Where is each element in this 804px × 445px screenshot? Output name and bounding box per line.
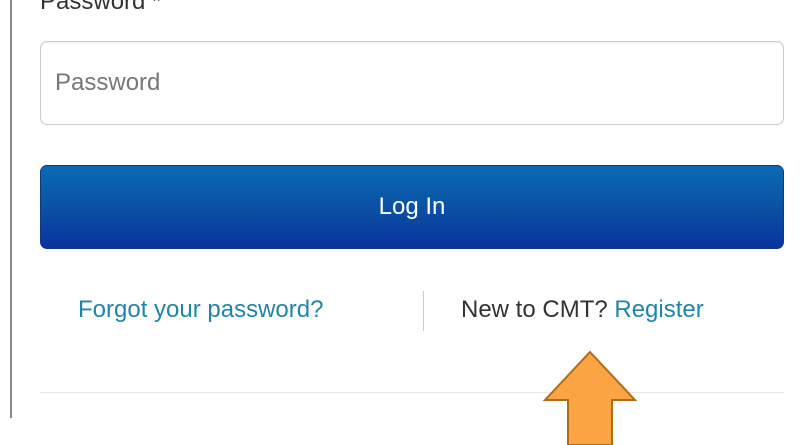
register-link[interactable]: Register xyxy=(614,296,703,323)
new-user-prompt: New to CMT? xyxy=(461,296,608,323)
forgot-password-link[interactable]: Forgot your password? xyxy=(78,296,323,324)
arrow-shape xyxy=(542,350,638,445)
register-prompt: New to CMT? Register xyxy=(461,296,704,324)
password-input[interactable] xyxy=(40,41,784,125)
links-divider xyxy=(423,291,424,331)
login-button[interactable]: Log In xyxy=(40,165,784,249)
login-page: Password * Log In Forgot your password? … xyxy=(0,0,804,445)
password-label: Password * xyxy=(40,0,162,15)
account-links: Forgot your password? New to CMT? Regist… xyxy=(40,286,784,336)
panel-left-border xyxy=(10,0,12,418)
divider xyxy=(40,392,784,393)
arrow-up-icon xyxy=(542,350,638,445)
